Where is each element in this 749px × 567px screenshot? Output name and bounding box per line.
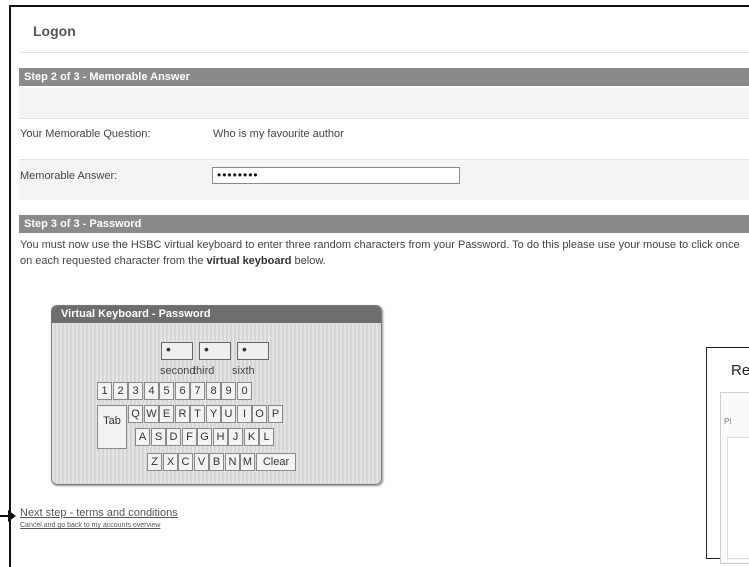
- overlay-panel-text: Pl: [724, 417, 732, 426]
- key-w[interactable]: W: [144, 405, 159, 423]
- divider: [19, 118, 749, 119]
- key-v[interactable]: V: [194, 453, 209, 471]
- overlay-panel: Re Pl: [706, 347, 749, 564]
- password-char-position-label: second: [160, 365, 196, 377]
- cancel-link[interactable]: Cancel and go back to my accounts overvi…: [20, 522, 160, 529]
- key-x[interactable]: X: [163, 453, 178, 471]
- password-char-box: •: [237, 342, 269, 360]
- key-8[interactable]: 8: [206, 382, 221, 400]
- password-char-box: •: [199, 342, 231, 360]
- next-step-link[interactable]: Next step - terms and conditions: [20, 507, 178, 519]
- key-p[interactable]: P: [268, 405, 283, 423]
- key-q[interactable]: Q: [128, 405, 143, 423]
- key-i[interactable]: I: [237, 405, 252, 423]
- instructions-text: You must now use the HSBC virtual keyboa…: [20, 239, 740, 267]
- memorable-question-value: Who is my favourite author: [213, 128, 344, 140]
- page-title: Logon: [33, 23, 76, 39]
- key-r[interactable]: R: [175, 405, 190, 423]
- step3-header: Step 3 of 3 - Password: [19, 215, 749, 233]
- key-tab[interactable]: Tab: [97, 405, 127, 449]
- key-2[interactable]: 2: [113, 382, 128, 400]
- key-b[interactable]: B: [209, 453, 224, 471]
- key-d[interactable]: D: [166, 428, 181, 446]
- key-o[interactable]: O: [252, 405, 267, 423]
- key-6[interactable]: 6: [175, 382, 190, 400]
- key-j[interactable]: J: [228, 428, 243, 446]
- overlay-panel-body: Pl: [720, 392, 749, 564]
- virtual-keyboard-title: Virtual Keyboard - Password: [52, 306, 381, 323]
- key-m[interactable]: M: [240, 453, 255, 471]
- overlay-panel-box: [727, 437, 749, 559]
- key-9[interactable]: 9: [221, 382, 236, 400]
- virtual-keyboard: Virtual Keyboard - Password • second • thir…: [51, 305, 382, 485]
- instructions-emphasis: virtual keyboard: [206, 255, 292, 267]
- key-0[interactable]: 0: [237, 382, 252, 400]
- key-y[interactable]: Y: [206, 405, 221, 423]
- key-z[interactable]: Z: [147, 453, 162, 471]
- key-h[interactable]: H: [213, 428, 228, 446]
- password-char-position-label: sixth: [232, 365, 255, 377]
- password-instructions: You must now use the HSBC virtual keyboa…: [20, 237, 745, 269]
- key-u[interactable]: U: [221, 405, 236, 423]
- key-s[interactable]: S: [151, 428, 166, 446]
- key-c[interactable]: C: [178, 453, 193, 471]
- memorable-answer-label: Memorable Answer:: [20, 170, 118, 182]
- key-e[interactable]: E: [159, 405, 174, 423]
- instructions-text-end: below.: [291, 255, 326, 267]
- overlay-panel-title: Re: [731, 362, 749, 379]
- key-5[interactable]: 5: [159, 382, 174, 400]
- key-clear[interactable]: Clear: [256, 453, 296, 471]
- key-a[interactable]: A: [135, 428, 150, 446]
- arrow-pointer-head: [8, 510, 16, 522]
- key-g[interactable]: G: [197, 428, 212, 446]
- divider: [19, 52, 749, 53]
- key-f[interactable]: F: [182, 428, 197, 446]
- key-t[interactable]: T: [190, 405, 205, 423]
- key-1[interactable]: 1: [97, 382, 112, 400]
- key-4[interactable]: 4: [144, 382, 159, 400]
- memorable-answer-input[interactable]: ••••••••: [212, 167, 460, 184]
- password-char-box: •: [161, 342, 193, 360]
- step2-header: Step 2 of 3 - Memorable Answer: [19, 68, 749, 86]
- key-n[interactable]: N: [225, 453, 240, 471]
- key-7[interactable]: 7: [190, 382, 205, 400]
- password-char-position-label: third: [193, 365, 215, 377]
- step2-spacer-row: [19, 88, 749, 118]
- key-k[interactable]: K: [244, 428, 259, 446]
- key-l[interactable]: L: [259, 428, 274, 446]
- key-3[interactable]: 3: [128, 382, 143, 400]
- memorable-question-label: Your Memorable Question:: [20, 128, 151, 140]
